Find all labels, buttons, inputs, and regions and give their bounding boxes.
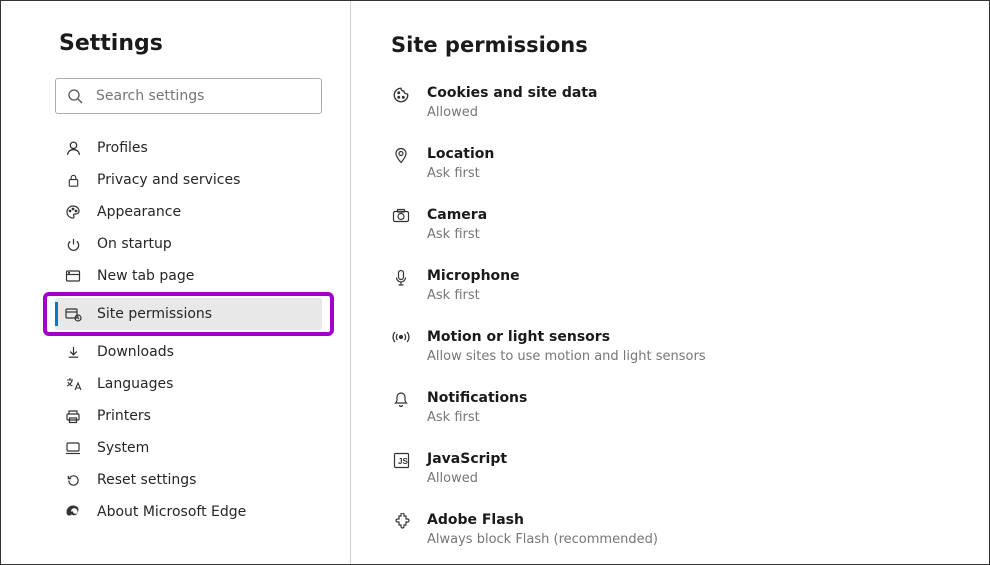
- sidebar-item-label: New tab page: [97, 268, 194, 284]
- cookie-icon: [391, 85, 411, 104]
- sidebar-item-label: About Microsoft Edge: [97, 504, 246, 520]
- permission-title: Microphone: [427, 268, 949, 284]
- sidebar-item-reset[interactable]: Reset settings: [55, 464, 322, 496]
- sidebar-item-printers[interactable]: Printers: [55, 400, 322, 432]
- permissions-icon: [63, 307, 83, 322]
- sidebar-item-system[interactable]: System: [55, 432, 322, 464]
- permission-sensors[interactable]: Motion or light sensors Allow sites to u…: [391, 329, 949, 364]
- bell-icon: [391, 390, 411, 409]
- permission-title: Notifications: [427, 390, 949, 406]
- permission-location[interactable]: Location Ask first: [391, 146, 949, 181]
- permission-subtitle: Ask first: [427, 166, 949, 181]
- microphone-icon: [391, 268, 411, 287]
- location-icon: [391, 146, 411, 165]
- sidebar-item-label: System: [97, 440, 149, 456]
- search-input[interactable]: [55, 78, 322, 114]
- settings-sidebar: Settings Profiles Privacy and services: [1, 1, 351, 564]
- permission-subtitle: Allowed: [427, 471, 949, 486]
- sidebar-item-label: Languages: [97, 376, 173, 392]
- person-icon: [63, 140, 83, 157]
- sidebar-item-about[interactable]: About Microsoft Edge: [55, 496, 322, 528]
- sidebar-item-privacy[interactable]: Privacy and services: [55, 164, 322, 196]
- permission-javascript[interactable]: JS JavaScript Allowed: [391, 451, 949, 486]
- sidebar-item-label: Site permissions: [97, 306, 212, 322]
- search-icon: [67, 88, 83, 104]
- permission-subtitle: Ask first: [427, 410, 949, 425]
- permission-title: Adobe Flash: [427, 512, 949, 528]
- system-icon: [63, 441, 83, 455]
- languages-icon: [63, 377, 83, 392]
- sidebar-item-appearance[interactable]: Appearance: [55, 196, 322, 228]
- power-icon: [63, 237, 83, 252]
- permission-subtitle: Ask first: [427, 227, 949, 242]
- download-icon: [63, 345, 83, 360]
- sidebar-item-profiles[interactable]: Profiles: [55, 132, 322, 164]
- sidebar-item-languages[interactable]: Languages: [55, 368, 322, 400]
- permission-microphone[interactable]: Microphone Ask first: [391, 268, 949, 303]
- permission-flash[interactable]: Adobe Flash Always block Flash (recommen…: [391, 512, 949, 547]
- permission-camera[interactable]: Camera Ask first: [391, 207, 949, 242]
- svg-text:JS: JS: [398, 457, 408, 466]
- permission-title: Motion or light sensors: [427, 329, 949, 345]
- sidebar-item-site-permissions[interactable]: Site permissions: [55, 298, 322, 330]
- javascript-icon: JS: [391, 451, 411, 469]
- sidebar-item-label: Downloads: [97, 344, 174, 360]
- sidebar-item-label: On startup: [97, 236, 172, 252]
- tab-icon: [63, 269, 83, 283]
- settings-title: Settings: [59, 31, 322, 56]
- permission-title: Camera: [427, 207, 949, 223]
- permission-subtitle: Allowed: [427, 105, 949, 120]
- permission-subtitle: Ask first: [427, 288, 949, 303]
- permission-subtitle: Allow sites to use motion and light sens…: [427, 349, 949, 364]
- sidebar-item-label: Profiles: [97, 140, 148, 156]
- puzzle-icon: [391, 512, 411, 530]
- search-container: [55, 78, 322, 114]
- page-title: Site permissions: [391, 33, 949, 57]
- sensor-icon: [391, 329, 411, 344]
- lock-icon: [63, 173, 83, 188]
- edge-icon: [63, 504, 83, 520]
- selected-highlight: Site permissions: [43, 292, 334, 336]
- sidebar-item-newtab[interactable]: New tab page: [55, 260, 322, 292]
- printer-icon: [63, 409, 83, 424]
- main-content: Site permissions Cookies and site data A…: [351, 1, 989, 564]
- permission-notifications[interactable]: Notifications Ask first: [391, 390, 949, 425]
- sidebar-item-label: Appearance: [97, 204, 181, 220]
- reset-icon: [63, 473, 83, 488]
- sidebar-item-label: Printers: [97, 408, 151, 424]
- permission-title: Cookies and site data: [427, 85, 949, 101]
- permission-title: Location: [427, 146, 949, 162]
- sidebar-item-downloads[interactable]: Downloads: [55, 336, 322, 368]
- sidebar-item-startup[interactable]: On startup: [55, 228, 322, 260]
- sidebar-item-label: Reset settings: [97, 472, 196, 488]
- palette-icon: [63, 204, 83, 220]
- permission-cookies[interactable]: Cookies and site data Allowed: [391, 85, 949, 120]
- permission-subtitle: Always block Flash (recommended): [427, 532, 949, 547]
- camera-icon: [391, 207, 411, 223]
- sidebar-item-label: Privacy and services: [97, 172, 240, 188]
- permission-title: JavaScript: [427, 451, 949, 467]
